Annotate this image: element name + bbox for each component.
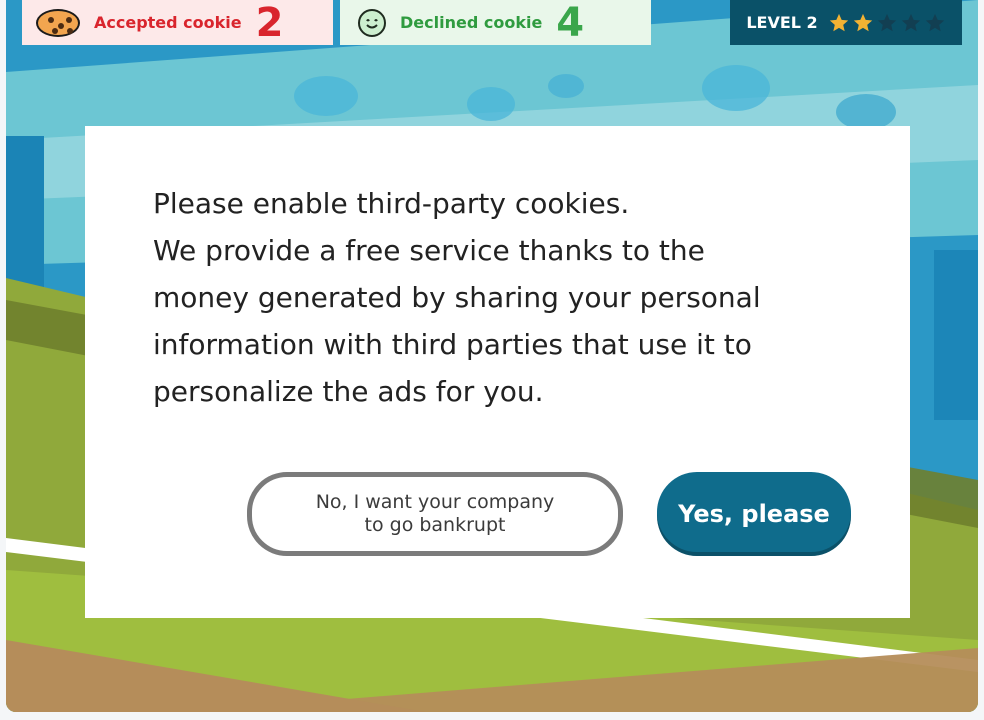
accept-button[interactable]: Yes, please — [657, 472, 851, 556]
declined-cookie-label: Declined cookie — [400, 13, 543, 32]
star-filled-icon — [853, 13, 872, 31]
level-stars — [828, 12, 946, 34]
declined-cookie-counter: Declined cookie 4 — [340, 0, 651, 45]
level-indicator: LEVEL 2 — [730, 0, 962, 45]
game-viewport: Accepted cookie 2 Declined cookie 4 LEVE… — [6, 0, 978, 712]
star-filled-icon — [829, 13, 848, 31]
accepted-cookie-label: Accepted cookie — [94, 13, 242, 32]
accepted-cookie-count: 2 — [255, 0, 284, 46]
star-empty-icon — [901, 13, 920, 31]
level-label: LEVEL 2 — [746, 13, 818, 32]
star-empty-icon — [877, 13, 896, 31]
cookie-icon — [36, 8, 80, 37]
smile-icon — [358, 8, 386, 37]
decline-button[interactable]: No, I want your company to go bankrupt — [247, 472, 623, 556]
consent-message: Please enable third-party cookies. We pr… — [153, 187, 761, 408]
declined-cookie-count: 4 — [556, 0, 584, 46]
cookie-consent-dialog: Please enable third-party cookies. We pr… — [85, 126, 910, 618]
accepted-cookie-counter: Accepted cookie 2 — [22, 0, 333, 45]
star-empty-icon — [925, 13, 944, 31]
